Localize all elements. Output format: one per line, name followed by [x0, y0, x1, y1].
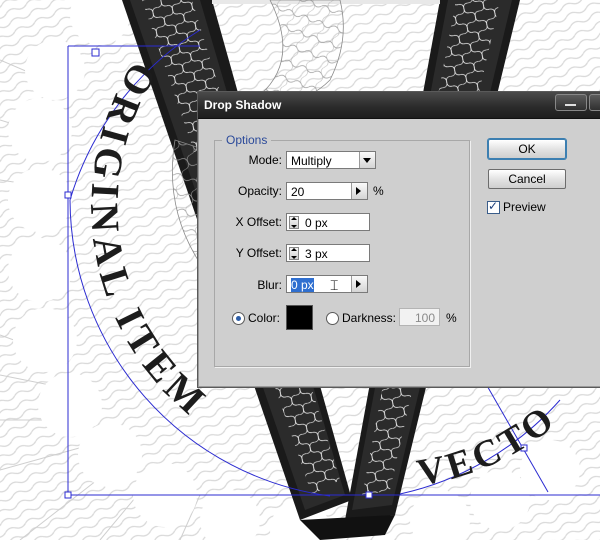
y-offset-stepper[interactable]: [289, 247, 299, 260]
blur-value: 0 px: [291, 278, 314, 292]
minimize-button[interactable]: [555, 94, 587, 111]
darkness-field[interactable]: 100: [399, 308, 440, 326]
minimize-icon: [565, 104, 576, 106]
preview-label: Preview: [503, 200, 546, 214]
color-swatch[interactable]: [286, 305, 313, 330]
drop-shadow-dialog: Drop Shadow Options Mode: Multiply Opaci…: [197, 91, 600, 388]
stepper-down-icon[interactable]: [291, 225, 297, 228]
color-radio[interactable]: [232, 312, 245, 325]
maximize-button[interactable]: [589, 94, 600, 111]
blur-label: Blur:: [257, 278, 282, 292]
blur-field[interactable]: 0 px ⌶: [286, 275, 368, 293]
dialog-title: Drop Shadow: [204, 98, 282, 112]
blur-slider-arrow-icon[interactable]: [351, 276, 367, 292]
darkness-value: 100: [414, 311, 435, 325]
x-offset-field[interactable]: 0 px: [286, 213, 370, 231]
preview-checkbox[interactable]: ✓: [487, 199, 500, 214]
mode-label: Mode:: [248, 153, 282, 167]
opacity-slider-arrow-icon[interactable]: [351, 183, 367, 199]
mode-value: Multiply: [291, 154, 332, 168]
stepper-down-icon[interactable]: [291, 256, 297, 259]
chevron-down-icon[interactable]: [359, 152, 375, 168]
text-cursor-icon: ⌶: [330, 277, 339, 293]
y-offset-value: 3 px: [305, 247, 328, 261]
x-offset-stepper[interactable]: [289, 216, 299, 229]
stepper-up-icon[interactable]: [291, 248, 297, 251]
opacity-label: Opacity:: [237, 184, 282, 198]
y-offset-field[interactable]: 3 px: [286, 244, 370, 262]
x-offset-value: 0 px: [305, 216, 328, 230]
darkness-label: Darkness:: [342, 311, 397, 325]
checkmark-icon: ✓: [488, 199, 499, 213]
ok-button[interactable]: OK: [488, 139, 566, 159]
y-offset-label: Y Offset:: [235, 246, 282, 260]
cancel-button[interactable]: Cancel: [488, 169, 566, 189]
opacity-value: 20: [291, 185, 305, 199]
opacity-field[interactable]: 20: [286, 182, 368, 200]
darkness-radio[interactable]: [326, 312, 339, 325]
x-offset-label: X Offset:: [235, 215, 282, 229]
darkness-unit: %: [446, 311, 457, 325]
options-group-title: Options: [222, 133, 272, 147]
opacity-unit: %: [373, 184, 384, 198]
color-label: Color:: [248, 311, 281, 325]
stepper-up-icon[interactable]: [291, 217, 297, 220]
mode-select[interactable]: Multiply: [286, 151, 376, 169]
dialog-titlebar[interactable]: Drop Shadow: [198, 92, 600, 119]
